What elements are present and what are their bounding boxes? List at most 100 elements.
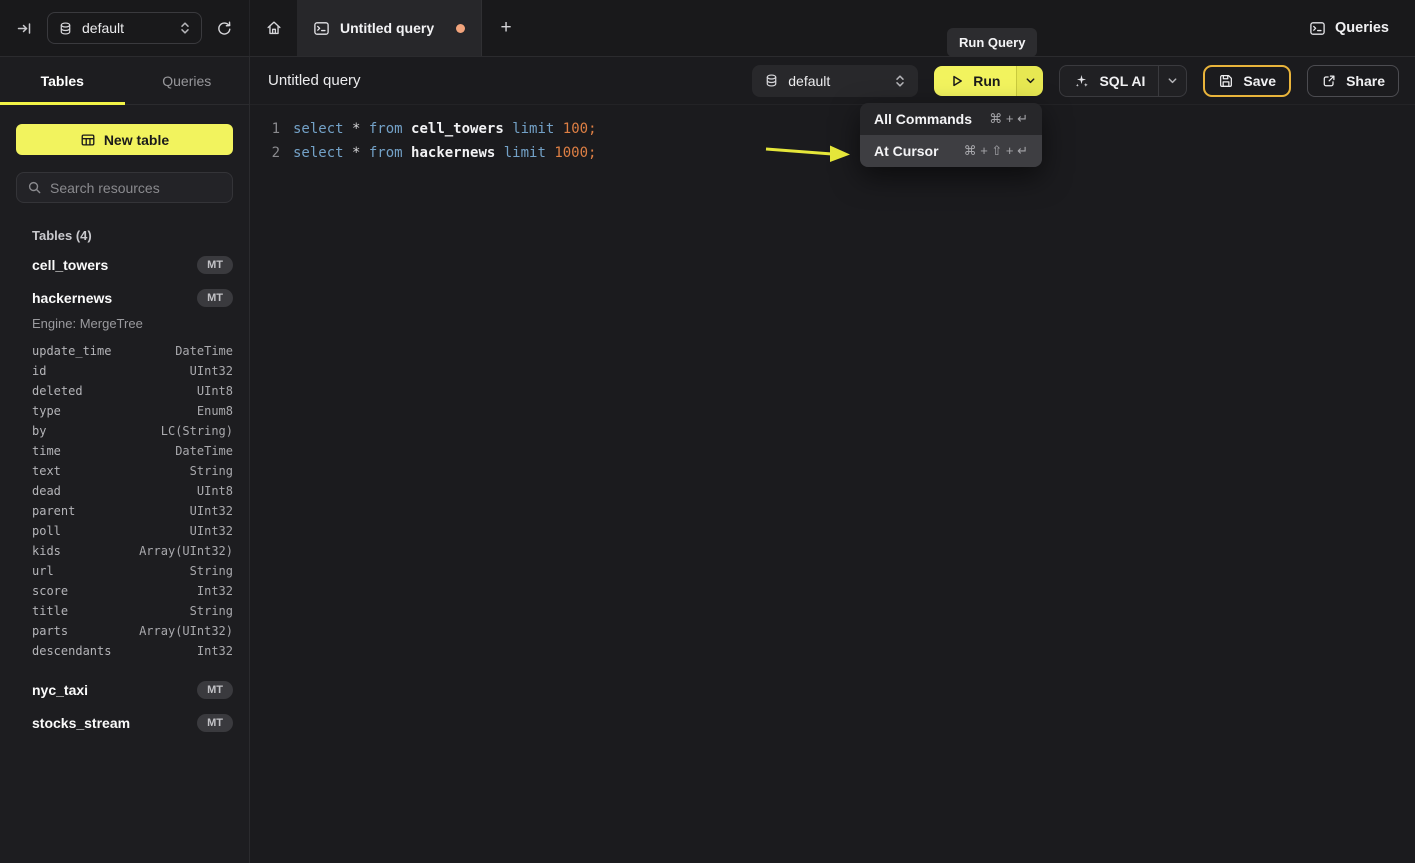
column-name: url — [32, 564, 54, 578]
toolbar-actions: default Run — [752, 65, 1399, 97]
menu-item-label: At Cursor — [874, 143, 939, 159]
column-name: dead — [32, 484, 61, 498]
table-item-hackernews[interactable]: hackernewsMT — [0, 281, 249, 314]
column-name: title — [32, 604, 68, 618]
code-editor[interactable]: 1select * from cell_towers limit 100;2se… — [250, 105, 1415, 165]
new-tab-button[interactable]: + — [482, 0, 530, 56]
collapse-sidebar-icon[interactable] — [16, 20, 33, 37]
column-row[interactable]: kidsArray(UInt32) — [0, 541, 249, 561]
code-token: from — [369, 121, 411, 137]
sql-console-app: default — [0, 0, 1415, 863]
sql-ai-options-toggle[interactable] — [1158, 66, 1186, 96]
tables-section-label: Tables (4) — [32, 228, 249, 243]
new-table-label: New table — [104, 132, 169, 148]
table-item-nyc_taxi[interactable]: nyc_taxi MT — [0, 673, 249, 706]
home-button[interactable] — [250, 0, 297, 56]
column-row[interactable]: timeDateTime — [0, 441, 249, 461]
line-number: 1 — [250, 117, 280, 141]
column-row[interactable]: parentUInt32 — [0, 501, 249, 521]
column-type: String — [190, 564, 233, 578]
share-icon — [1321, 73, 1337, 89]
table-engine-label: Engine: MergeTree — [0, 314, 249, 337]
share-button-label: Share — [1346, 73, 1385, 89]
column-name: parent — [32, 504, 75, 518]
column-row[interactable]: idUInt32 — [0, 361, 249, 381]
code-token: limit — [504, 145, 555, 161]
top-bar-left: default — [0, 0, 250, 56]
code-token: 100 — [563, 121, 588, 137]
code-token: limit — [512, 121, 563, 137]
share-button[interactable]: Share — [1307, 65, 1399, 97]
column-type: DateTime — [175, 444, 233, 458]
sidebar-tab-tables[interactable]: Tables — [0, 57, 125, 104]
save-button[interactable]: Save — [1203, 65, 1291, 97]
engine-badge: MT — [197, 681, 233, 699]
column-type: LC(String) — [161, 424, 233, 438]
table-grid-icon — [80, 132, 96, 148]
run-button[interactable]: Run — [934, 66, 1016, 96]
chevron-up-down-icon — [179, 21, 191, 35]
table-name: cell_towers — [32, 257, 108, 273]
column-row[interactable]: textString — [0, 461, 249, 481]
table-item-cell_towers[interactable]: cell_towersMT — [0, 248, 249, 281]
sidebar-tabs: Tables Queries — [0, 57, 249, 105]
menu-item-all-commands[interactable]: All Commands⌘ + ↵ — [860, 103, 1042, 135]
tab-title: Untitled query — [340, 20, 446, 36]
column-row[interactable]: deleted UInt8 — [0, 381, 249, 401]
code-token: from — [369, 145, 411, 161]
column-type: Int32 — [197, 644, 233, 658]
code-token: select — [293, 121, 352, 137]
engine-badge: MT — [197, 289, 233, 307]
code-token: * — [352, 145, 369, 161]
queries-button[interactable]: Queries — [1309, 0, 1415, 56]
column-row[interactable]: descendantsInt32 — [0, 641, 249, 661]
tab-untitled-query[interactable]: Untitled query — [297, 0, 482, 56]
column-type: Enum8 — [197, 404, 233, 418]
column-name: by — [32, 424, 46, 438]
code-content: select * from hackernews limit 1000; — [293, 141, 596, 165]
column-name: kids — [32, 544, 61, 558]
code-token: cell_towers — [411, 121, 512, 137]
code-token: hackernews — [411, 145, 504, 161]
menu-item-shortcut: ⌘ + ⇧ + ↵ — [964, 143, 1028, 159]
sidebar-tab-queries[interactable]: Queries — [125, 57, 250, 104]
sparkles-icon — [1073, 72, 1090, 89]
refresh-icon[interactable] — [216, 20, 233, 37]
run-options-toggle[interactable] — [1016, 66, 1043, 96]
toolbar-database-value: default — [788, 73, 885, 89]
new-table-button[interactable]: New table — [16, 124, 233, 155]
table-name: stocks_stream — [32, 715, 130, 731]
toolbar-database-selector[interactable]: default — [752, 65, 918, 97]
table-name: nyc_taxi — [32, 682, 88, 698]
database-selector[interactable]: default — [47, 12, 202, 44]
save-button-label: Save — [1243, 73, 1276, 89]
column-row[interactable]: deadUInt8 — [0, 481, 249, 501]
column-type: Int32 — [197, 584, 233, 598]
table-item-stocks_stream[interactable]: stocks_stream MT — [0, 706, 249, 739]
column-row[interactable]: url String — [0, 561, 249, 581]
column-name: text — [32, 464, 61, 478]
column-row[interactable]: by LC(String) — [0, 421, 249, 441]
tables-list: cell_towersMThackernewsMTEngine: MergeTr… — [0, 248, 249, 739]
menu-item-at-cursor[interactable]: At Cursor ⌘ + ⇧ + ↵ — [860, 135, 1042, 167]
column-row[interactable]: typeEnum8 — [0, 401, 249, 421]
column-row[interactable]: partsArray(UInt32) — [0, 621, 249, 641]
column-row[interactable]: scoreInt32 — [0, 581, 249, 601]
save-icon — [1218, 73, 1234, 89]
code-line: 1select * from cell_towers limit 100; — [250, 117, 1415, 141]
menu-item-label: All Commands — [874, 111, 972, 127]
column-row[interactable]: pollUInt32 — [0, 521, 249, 541]
search-input[interactable] — [50, 180, 231, 196]
code-token: ; — [588, 145, 596, 161]
column-row[interactable]: update_timeDateTime — [0, 341, 249, 361]
column-name: id — [32, 364, 46, 378]
column-row[interactable]: titleString — [0, 601, 249, 621]
column-type: UInt8 — [197, 384, 233, 398]
database-icon — [764, 73, 779, 88]
engine-badge: MT — [197, 714, 233, 732]
run-button-label: Run — [973, 73, 1000, 89]
column-name: deleted — [32, 384, 83, 398]
code-token: ; — [588, 121, 596, 137]
sql-ai-button[interactable]: SQL AI — [1060, 66, 1158, 96]
column-type: Array(UInt32) — [139, 624, 233, 638]
